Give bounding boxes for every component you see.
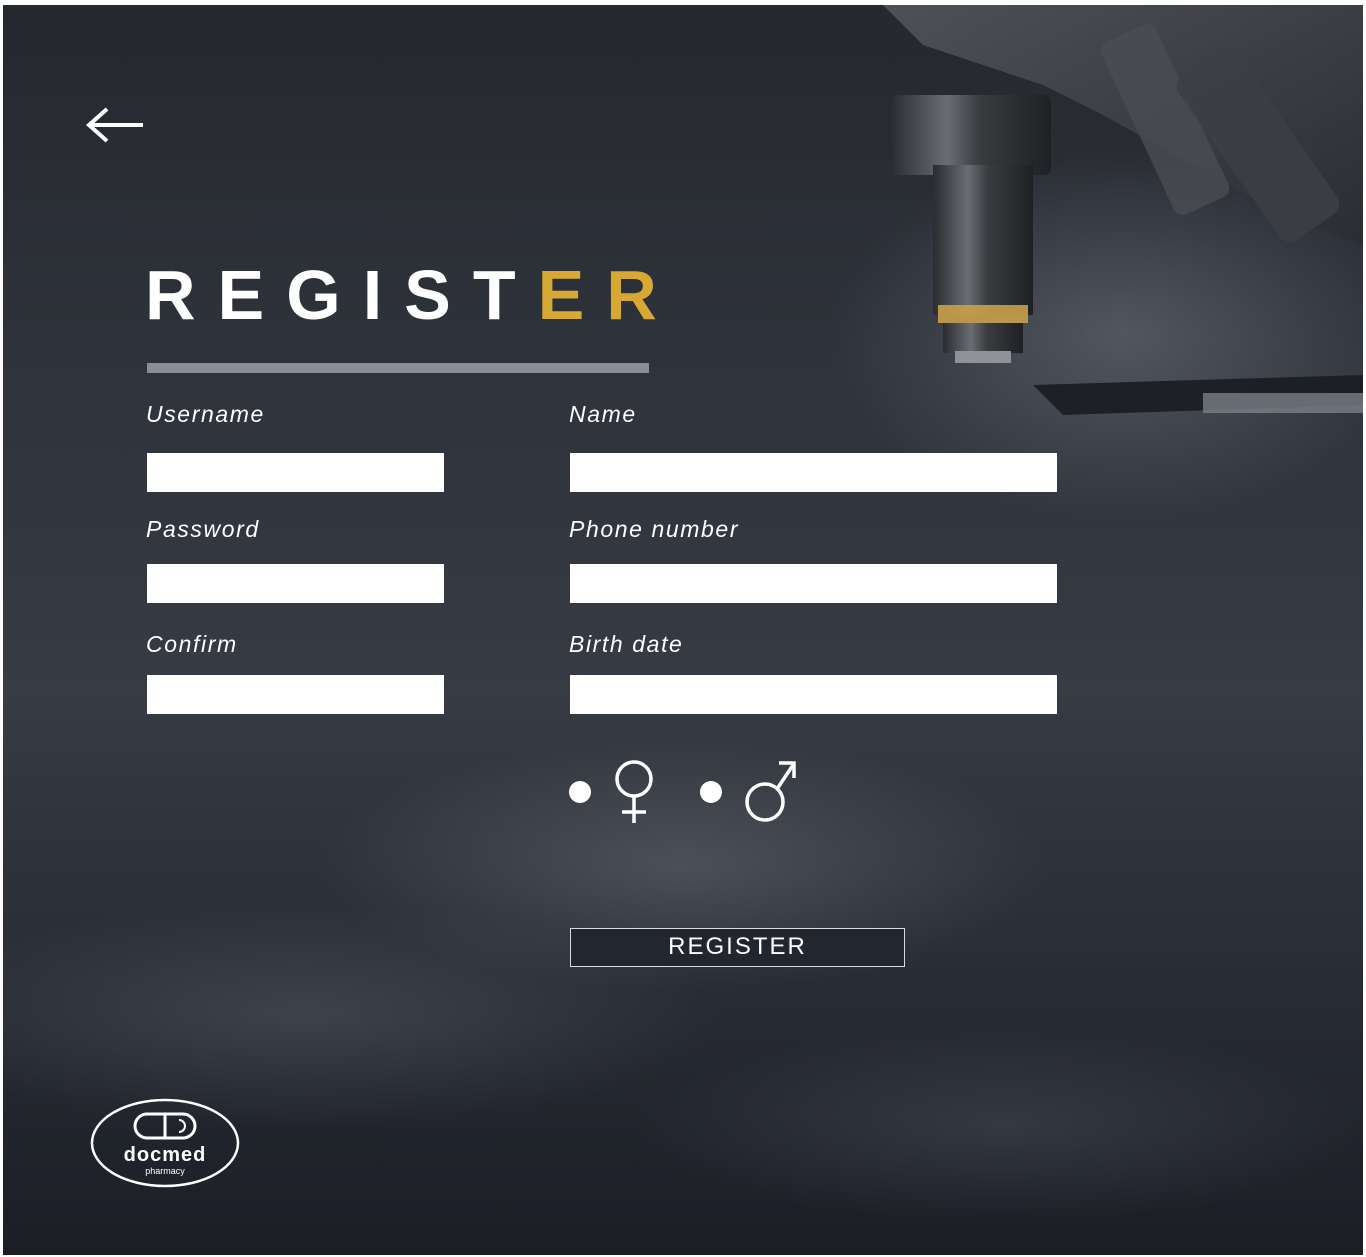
password-input[interactable]	[147, 564, 444, 603]
microscope-background-image	[883, 5, 1363, 415]
female-icon[interactable]	[609, 757, 659, 827]
logo-subtitle: pharmacy	[145, 1166, 185, 1176]
page-title-main: REGIST	[145, 256, 538, 334]
birth-date-input[interactable]	[570, 675, 1057, 714]
title-underline	[147, 363, 649, 373]
page-title: REGISTER	[145, 255, 679, 335]
name-input[interactable]	[570, 453, 1057, 492]
logo-name: docmed	[123, 1144, 207, 1166]
password-label: Password	[146, 516, 260, 542]
confirm-password-input[interactable]	[147, 675, 444, 714]
birth-date-label: Birth date	[569, 631, 684, 657]
phone-number-input[interactable]	[570, 564, 1057, 603]
confirm-label: Confirm	[146, 631, 238, 657]
phone-number-label: Phone number	[569, 516, 740, 542]
pill-icon	[133, 1112, 197, 1140]
username-input[interactable]	[147, 453, 444, 492]
register-button[interactable]: REGISTER	[570, 928, 905, 967]
page-title-accent: ER	[537, 256, 679, 334]
username-label: Username	[146, 401, 265, 427]
female-radio[interactable]	[569, 781, 591, 803]
back-arrow-icon[interactable]	[81, 103, 151, 147]
male-radio[interactable]	[700, 781, 722, 803]
name-label: Name	[569, 401, 637, 427]
male-icon[interactable]	[741, 755, 801, 827]
register-screen: REGISTER Username Password Confirm Name …	[3, 5, 1363, 1255]
docmed-logo: docmed pharmacy	[90, 1098, 240, 1188]
